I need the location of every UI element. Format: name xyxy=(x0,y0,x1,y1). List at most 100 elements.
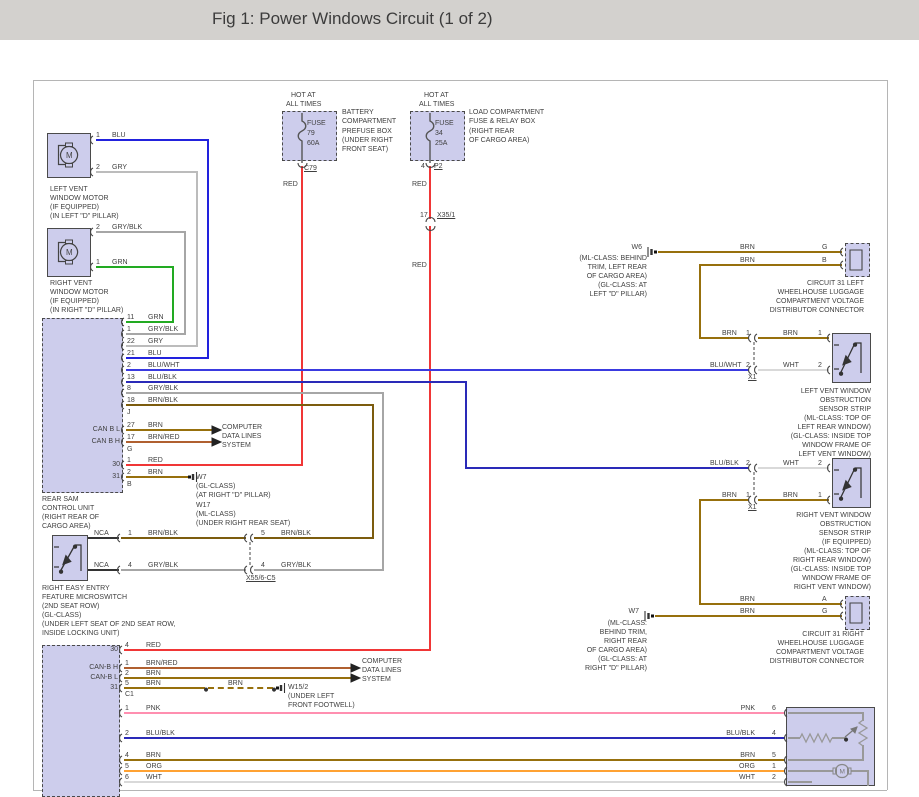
diagram-label: RED xyxy=(283,181,298,188)
diagram-label: W17 xyxy=(196,502,211,509)
wire-lift-int-1 xyxy=(788,712,863,714)
diagram-label: BLU xyxy=(112,132,126,139)
wire-blublk xyxy=(466,467,749,469)
diagram-label: 4 xyxy=(421,163,425,170)
diagram-label: (UNDER RIGHT REAR SEAT) xyxy=(196,520,291,527)
diagram-label: CAN-B L xyxy=(90,674,118,681)
diagram-label: WINDOW MOTOR xyxy=(50,289,109,296)
diagram-label: A xyxy=(822,596,827,603)
diagram-label: P2 xyxy=(434,163,443,170)
diagram-label: 5 xyxy=(772,752,776,759)
diagram-label: B xyxy=(822,257,827,264)
diagram-label: BRN xyxy=(146,752,161,759)
wire-blublk xyxy=(126,381,466,383)
diagram-label: WHEELHOUSE LUGGAGE xyxy=(777,640,864,647)
diagram-label: BLU/WHT xyxy=(710,362,742,369)
wire-msw-brnblk xyxy=(121,537,246,539)
diagram-label: LEFT VENT WINDOW) xyxy=(798,451,871,458)
wire-red-fuse34-lower xyxy=(124,649,430,651)
rear-sam-control-unit-box xyxy=(42,318,123,493)
symbol-path xyxy=(754,333,758,343)
diagram-label: (RIGHT REAR xyxy=(469,128,515,135)
diagram-label: 2 xyxy=(125,730,129,737)
diagram-label: BRN xyxy=(740,257,755,264)
wire-grn-right-motor xyxy=(96,266,173,268)
diagram-label: BRN xyxy=(740,608,755,615)
diagram-label: C79 xyxy=(304,165,317,172)
wire-wht-btm xyxy=(124,781,785,783)
diagram-label: RIGHT EASY ENTRY xyxy=(42,585,110,592)
diagram-label: C1 xyxy=(125,691,134,698)
diagram-label: 4 xyxy=(125,642,129,649)
diagram-label: (IN LEFT "D" PILLAR) xyxy=(50,213,119,220)
diagram-label: (UNDER RIGHT xyxy=(342,137,393,144)
diagram-label: 21 xyxy=(127,350,135,357)
diagram-label: G xyxy=(822,608,828,615)
diagram-label: TRIM, LEFT REAR xyxy=(587,264,647,271)
right-vent-motor-box xyxy=(47,228,91,277)
diagram-label: W6 xyxy=(631,244,643,251)
wire-lift-int-2 xyxy=(788,737,800,739)
diagram-label: COMPUTER xyxy=(362,658,403,665)
diagram-label: BRN/BLK xyxy=(281,530,311,537)
wire-lift-int-3 xyxy=(867,770,869,786)
diagram-label: BLU/BLK xyxy=(710,460,739,467)
diagram-label: RED xyxy=(412,181,427,188)
diagram-label: BRN xyxy=(722,492,737,499)
diagram-label: ALL TIMES xyxy=(286,101,322,108)
diagram-label: PREFUSE BOX xyxy=(342,128,392,135)
diagram-label: BRN xyxy=(146,680,161,687)
diagram-label: RED xyxy=(146,642,161,649)
diagram-label: 1 xyxy=(127,457,131,464)
diagram-label: BRN xyxy=(722,330,737,337)
diagram-label: W15/2 xyxy=(288,684,309,691)
diagram-label: GRN xyxy=(148,314,164,321)
diagram-label: WINDOW FRAME OF xyxy=(802,575,871,582)
diagram-label: 60A xyxy=(307,140,320,147)
wire-brn-btm-5 xyxy=(124,687,205,689)
symbol-path xyxy=(250,565,254,575)
diagram-label: 5 xyxy=(125,763,129,770)
diagram-label: BRN xyxy=(740,244,755,251)
diagram-label: BRN xyxy=(228,680,243,687)
wire-brn-to-circ31r xyxy=(700,603,842,605)
diagram-label: 1 xyxy=(746,330,750,337)
diagram-label: 2 xyxy=(125,670,129,677)
diagram-label: (IF EQUIPPED) xyxy=(50,204,100,211)
diagram-label: 6 xyxy=(772,705,776,712)
diagram-label: 4 xyxy=(125,752,129,759)
diagram-label: WINDOW FRAME OF xyxy=(802,442,871,449)
diagram-label: RIGHT VENT WINDOW) xyxy=(793,584,871,591)
diagram-label: 1 xyxy=(96,259,100,266)
diagram-label: SYSTEM xyxy=(362,676,391,683)
diagram-label: BRN xyxy=(148,422,163,429)
diagram-label: (UNDER LEFT SEAT OF 2ND SEAT ROW, xyxy=(42,621,176,628)
diagram-label: 5 xyxy=(125,680,129,687)
diagram-label: 4 xyxy=(261,562,265,569)
diagram-label: (ML-CLASS) xyxy=(196,511,236,518)
diagram-label: WHEELHOUSE LUGGAGE xyxy=(777,289,864,296)
diagram-label: 13 xyxy=(127,374,135,381)
diagram-label: W7 xyxy=(628,608,640,615)
diagram-label: (ML-CLASS: BEHIND xyxy=(579,255,647,262)
diagram-label: FUSE & RELAY BOX xyxy=(469,118,536,125)
wire-lift-int-3 xyxy=(788,781,812,783)
diagram-label: (ML-CLASS: xyxy=(607,620,647,627)
wire-brn-circ31l-b xyxy=(700,264,842,266)
diagram-label: 4 xyxy=(772,730,776,737)
diagram-label: OBSTRUCTION xyxy=(820,397,871,404)
wire-msw-gryblk xyxy=(121,569,246,571)
circuit-31-left-connector-box xyxy=(845,243,870,277)
symbol-path xyxy=(350,673,362,683)
diagram-label: 1 xyxy=(96,132,100,139)
diagram-label: 18 xyxy=(127,397,135,404)
wire-gryblk-loop xyxy=(254,569,383,571)
wire-pnk xyxy=(124,712,785,714)
wire-org xyxy=(124,770,785,772)
diagram-label: OBSTRUCTION xyxy=(820,521,871,528)
diagram-label: 2 xyxy=(127,362,131,369)
wire-lift-int-2 xyxy=(832,737,845,739)
diagram-label: NCA xyxy=(94,530,109,537)
diagram-label: COMPARTMENT VOLTAGE xyxy=(775,649,864,656)
diagram-label: 1 xyxy=(746,492,750,499)
